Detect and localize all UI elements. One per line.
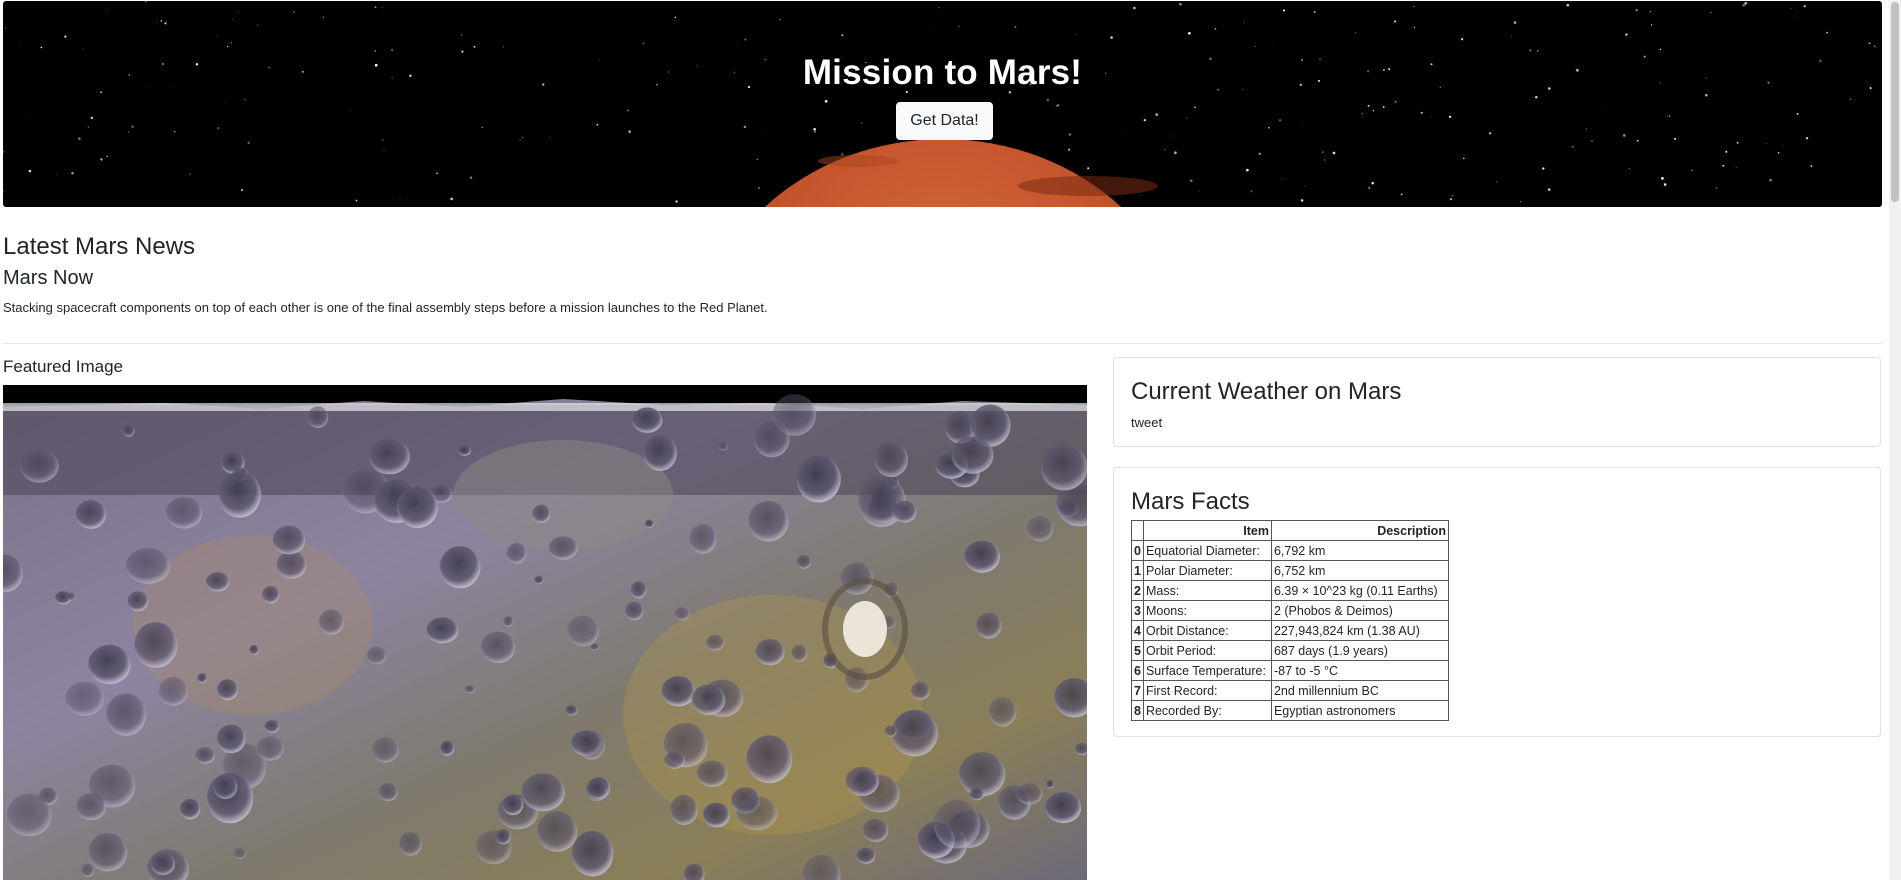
row-description: 6.39 × 10^23 kg (0.11 Earths) bbox=[1270, 580, 1449, 601]
row-item: Surface Temperature: bbox=[1142, 660, 1272, 681]
row-index: 7 bbox=[1131, 680, 1144, 701]
mars-planet-graphic bbox=[764, 139, 1122, 207]
row-index: 2 bbox=[1131, 580, 1144, 601]
table-row: 0 Equatorial Diameter: 6,792 km bbox=[1131, 540, 1449, 561]
row-description: Egyptian astronomers bbox=[1270, 700, 1449, 721]
row-description: 687 days (1.9 years) bbox=[1270, 640, 1449, 661]
row-description: 2nd millennium BC bbox=[1270, 680, 1449, 701]
row-index: 6 bbox=[1131, 660, 1144, 681]
row-index: 8 bbox=[1131, 700, 1144, 721]
column-header-description: Description bbox=[1270, 520, 1449, 541]
row-index: 1 bbox=[1131, 560, 1144, 581]
weather-heading: Current Weather on Mars bbox=[1131, 378, 1402, 405]
table-row: 8 Recorded By: Egyptian astronomers bbox=[1131, 700, 1449, 721]
mars-facts-table: Item Description 0 Equatorial Diameter: … bbox=[1131, 520, 1449, 721]
page-title: Mission to Mars! bbox=[802, 53, 1083, 92]
row-index: 3 bbox=[1131, 600, 1144, 621]
row-index: 5 bbox=[1131, 640, 1144, 661]
page-scrollbar[interactable] bbox=[1889, 0, 1901, 880]
row-item: First Record: bbox=[1142, 680, 1272, 701]
row-item: Orbit Distance: bbox=[1142, 620, 1272, 641]
row-description: 6,752 km bbox=[1270, 560, 1449, 581]
table-row: 7 First Record: 2nd millennium BC bbox=[1131, 680, 1449, 701]
row-item: Moons: bbox=[1142, 600, 1272, 621]
table-row: 6 Surface Temperature: -87 to -5 °C bbox=[1131, 660, 1449, 681]
row-item: Recorded By: bbox=[1142, 700, 1272, 721]
featured-image-heading: Featured Image bbox=[3, 357, 124, 376]
scrollbar-thumb[interactable] bbox=[1891, 2, 1899, 202]
mars-facts-heading: Mars Facts bbox=[1131, 488, 1250, 515]
table-row: 1 Polar Diameter: 6,752 km bbox=[1131, 560, 1449, 581]
table-row: 5 Orbit Period: 687 days (1.9 years) bbox=[1131, 640, 1449, 661]
section-divider bbox=[3, 343, 1882, 344]
weather-card: Current Weather on Mars tweet bbox=[1113, 357, 1881, 447]
row-description: 6,792 km bbox=[1270, 540, 1449, 561]
hero-banner: Mission to Mars! Get Data! bbox=[3, 1, 1882, 207]
featured-image bbox=[3, 385, 1087, 880]
weather-text: tweet bbox=[1131, 415, 1163, 430]
row-description: -87 to -5 °C bbox=[1270, 660, 1449, 681]
row-index: 4 bbox=[1131, 620, 1144, 641]
news-title: Mars Now bbox=[3, 267, 94, 289]
row-index: 0 bbox=[1131, 540, 1144, 561]
row-item: Mass: bbox=[1142, 580, 1272, 601]
table-row: 4 Orbit Distance: 227,943,824 km (1.38 A… bbox=[1131, 620, 1449, 641]
table-header-row: Item Description bbox=[1131, 520, 1449, 541]
latest-news-heading: Latest Mars News bbox=[3, 233, 196, 260]
table-row: 2 Mass: 6.39 × 10^23 kg (0.11 Earths) bbox=[1131, 580, 1449, 601]
column-header-item: Item bbox=[1142, 520, 1272, 541]
column-header-index bbox=[1131, 520, 1144, 541]
mars-facts-card: Mars Facts Item Description 0 Equatorial… bbox=[1113, 467, 1881, 737]
row-item: Equatorial Diameter: bbox=[1142, 540, 1272, 561]
row-item: Polar Diameter: bbox=[1142, 560, 1272, 581]
table-row: 3 Moons: 2 (Phobos & Deimos) bbox=[1131, 600, 1449, 621]
row-item: Orbit Period: bbox=[1142, 640, 1272, 661]
news-teaser: Stacking spacecraft components on top of… bbox=[3, 300, 768, 315]
row-description: 2 (Phobos & Deimos) bbox=[1270, 600, 1449, 621]
row-description: 227,943,824 km (1.38 AU) bbox=[1270, 620, 1449, 641]
get-data-button[interactable]: Get Data! bbox=[896, 102, 993, 140]
